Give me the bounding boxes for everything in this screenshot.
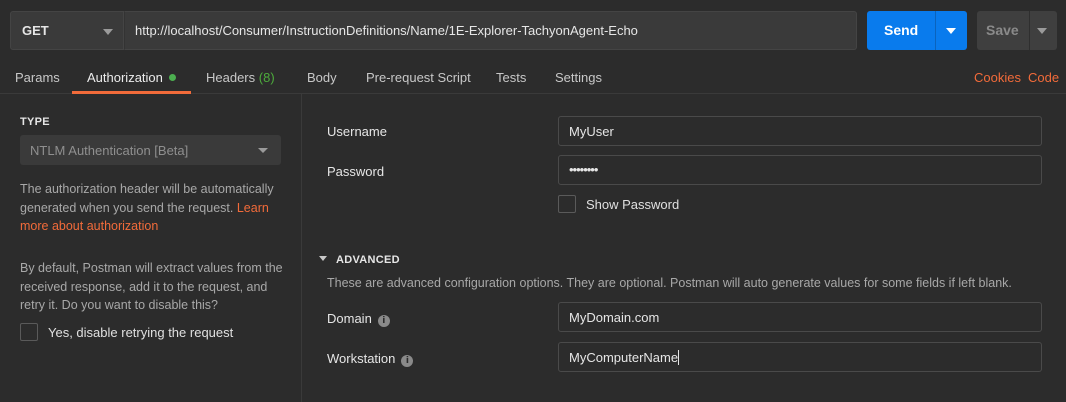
tab-body[interactable]: Body bbox=[307, 70, 337, 85]
domain-label-row: Domain i bbox=[327, 311, 390, 327]
chevron-down-icon bbox=[103, 29, 113, 35]
username-value: MyUser bbox=[569, 124, 614, 139]
workstation-value: MyComputerName bbox=[569, 350, 679, 365]
username-label: Username bbox=[327, 124, 387, 139]
show-password-label: Show Password bbox=[586, 197, 680, 212]
show-password-checkbox[interactable] bbox=[558, 195, 576, 213]
workstation-value-wrap: MyComputerName bbox=[569, 350, 680, 365]
chevron-down-icon[interactable] bbox=[946, 28, 956, 34]
disable-retry-checkbox[interactable] bbox=[20, 323, 38, 341]
password-value: •••••••• bbox=[569, 162, 598, 177]
advanced-label: ADVANCED bbox=[336, 254, 400, 266]
text-cursor bbox=[678, 350, 680, 365]
tab-headers-label: Headers bbox=[206, 70, 256, 85]
triangle-down-icon bbox=[319, 256, 327, 261]
request-tabs: Params Authorization Headers (8) Body Pr… bbox=[0, 62, 1066, 94]
code-link[interactable]: Code bbox=[1028, 70, 1059, 85]
url-value: http://localhost/Consumer/InstructionDef… bbox=[135, 23, 638, 38]
username-input[interactable]: MyUser bbox=[558, 116, 1042, 146]
save-divider bbox=[1029, 11, 1030, 50]
auth-type-pane: TYPE NTLM Authentication [Beta] The auth… bbox=[0, 94, 302, 402]
tab-prerequest-script[interactable]: Pre-request Script bbox=[366, 70, 471, 85]
save-button[interactable]: Save bbox=[977, 11, 1057, 50]
cookies-link[interactable]: Cookies bbox=[974, 70, 1021, 85]
password-label: Password bbox=[327, 164, 385, 179]
retry-description: By default, Postman will extract values … bbox=[20, 261, 283, 312]
tab-settings[interactable]: Settings bbox=[555, 70, 602, 85]
password-input[interactable]: •••••••• bbox=[558, 155, 1042, 185]
tab-tests[interactable]: Tests bbox=[496, 70, 526, 85]
advanced-toggle[interactable]: ADVANCED bbox=[319, 254, 400, 266]
advanced-description: These are advanced configuration options… bbox=[327, 276, 1012, 290]
save-label: Save bbox=[986, 22, 1019, 38]
request-bar: GET http://localhost/Consumer/Instructio… bbox=[0, 0, 1066, 62]
send-button[interactable]: Send bbox=[867, 11, 967, 50]
workstation-input[interactable]: MyComputerName bbox=[558, 342, 1042, 372]
info-icon[interactable]: i bbox=[377, 315, 390, 327]
method-value: GET bbox=[22, 23, 49, 38]
method-select[interactable]: GET bbox=[10, 11, 124, 50]
auth-type-select[interactable]: NTLM Authentication [Beta] bbox=[20, 135, 281, 165]
send-divider bbox=[935, 11, 936, 50]
headers-count: (8) bbox=[258, 70, 275, 85]
info-icon[interactable]: i bbox=[401, 355, 414, 367]
tab-headers[interactable]: Headers (8) bbox=[206, 70, 275, 85]
type-heading: TYPE bbox=[20, 116, 50, 128]
tab-authorization-label: Authorization bbox=[87, 70, 163, 85]
chevron-down-icon bbox=[258, 148, 268, 153]
disable-retry-label: Yes, disable retrying the request bbox=[48, 325, 234, 340]
tab-params[interactable]: Params bbox=[15, 70, 60, 85]
domain-label: Domain bbox=[327, 311, 372, 326]
workstation-label-row: Workstation i bbox=[327, 351, 414, 367]
tab-authorization[interactable]: Authorization bbox=[87, 70, 176, 85]
auth-type-value: NTLM Authentication [Beta] bbox=[30, 143, 189, 158]
domain-value: MyDomain.com bbox=[569, 310, 660, 325]
workstation-label: Workstation bbox=[327, 351, 396, 366]
auth-header-text: The authorization header will be automat… bbox=[20, 182, 274, 215]
domain-input[interactable]: MyDomain.com bbox=[558, 302, 1042, 332]
chevron-down-icon[interactable] bbox=[1037, 28, 1047, 34]
auth-header-description: The authorization header will be automat… bbox=[20, 180, 290, 236]
send-label: Send bbox=[884, 22, 919, 38]
status-dot-icon bbox=[168, 74, 176, 81]
url-input[interactable]: http://localhost/Consumer/InstructionDef… bbox=[124, 11, 857, 50]
